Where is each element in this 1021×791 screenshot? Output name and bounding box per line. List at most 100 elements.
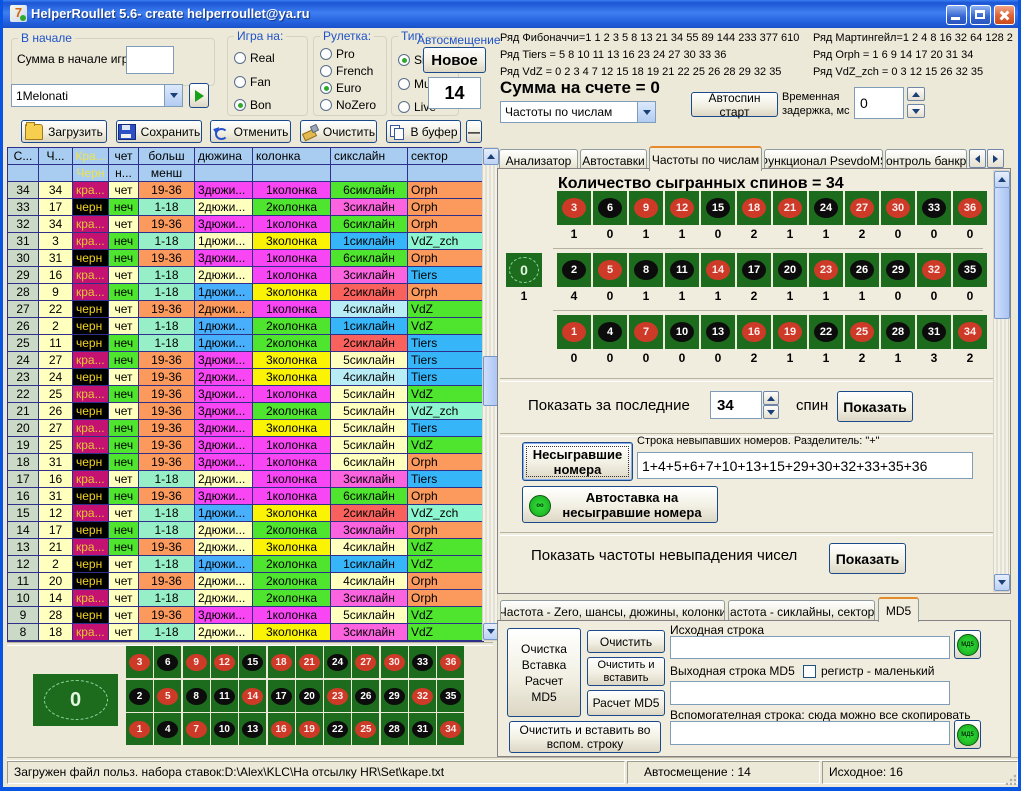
autospin-button[interactable]: Автоспин старт [691, 92, 778, 117]
board-cell[interactable]: 16 [268, 713, 295, 745]
table-row[interactable]: 262чернчет1-181дюжи...2колонка1сиклайнVd… [8, 318, 483, 335]
board-cell[interactable]: 28 [381, 713, 408, 745]
board-cell[interactable]: 19 [773, 315, 807, 349]
board-cell[interactable]: 36 [953, 191, 987, 225]
board-cell[interactable]: 24 [809, 191, 843, 225]
board-cell[interactable]: 7 [629, 315, 663, 349]
md5-run-source-button[interactable]: МД5 [954, 630, 981, 659]
board-cell[interactable]: 13 [701, 315, 735, 349]
md5-big-button[interactable]: Очистка Вставка Расчет MD5 [507, 628, 581, 717]
table-row[interactable]: 2916кра...чет1-182дюжи...1колонка3сиклай… [8, 267, 483, 284]
table-row[interactable]: 2225кра...неч19-363дюжи...1колонка5сикла… [8, 386, 483, 403]
delay-input[interactable]: 0 [854, 87, 904, 119]
board-cell[interactable]: 7 [183, 713, 210, 745]
table-row[interactable]: 313кра...неч1-181дюжи...3колонка1сиклайн… [8, 233, 483, 250]
preset-combobox[interactable]: 1Melonati [11, 84, 183, 107]
table-row[interactable]: 928чернчет19-363дюжи...1колонка5сиклайнV… [8, 607, 483, 624]
table-scrollbar[interactable] [482, 147, 498, 641]
lower-tab-1[interactable]: Частота - Zero, шансы, дюжины, колонки [500, 600, 725, 622]
chevron-down-icon[interactable] [164, 85, 182, 106]
board-cell[interactable]: 14 [239, 680, 266, 712]
board-cell[interactable]: 32 [917, 253, 951, 287]
board-cell[interactable]: 34 [437, 713, 464, 745]
zero-cell[interactable]: 0 [506, 253, 542, 287]
autoshift-value[interactable]: 14 [428, 77, 481, 109]
freq-panel-scrollbar[interactable] [993, 170, 1009, 592]
table-row[interactable]: 2511черннеч1-181дюжи...2колонка2сиклайнT… [8, 335, 483, 352]
header-cell[interactable]: сектор [408, 148, 483, 165]
board-cell[interactable]: 18 [737, 191, 771, 225]
table-row[interactable]: 3031черннеч19-363дюжи...1колонка6сиклайн… [8, 250, 483, 267]
board-cell[interactable]: 2 [557, 253, 591, 287]
maximize-button[interactable] [970, 5, 991, 25]
board-cell[interactable]: 20 [296, 680, 323, 712]
md5-clear-paste-button[interactable]: Очистить и вставить [587, 657, 665, 686]
board-cell[interactable]: 8 [183, 680, 210, 712]
board-cell[interactable]: 20 [773, 253, 807, 287]
lower-tab-2[interactable]: Частота - сиклайны, сектора [728, 600, 875, 622]
tabs-scroll-left-icon[interactable] [969, 149, 986, 168]
board-cell[interactable]: 29 [381, 680, 408, 712]
board-cell[interactable]: 34 [953, 315, 987, 349]
board-cell[interactable]: 33 [917, 191, 951, 225]
header-cell[interactable]: сикслайн [331, 148, 408, 165]
board-cell[interactable]: 27 [352, 646, 379, 678]
board-cell[interactable]: 3 [557, 191, 591, 225]
scroll-up-icon[interactable] [483, 148, 499, 165]
mode-combobox[interactable]: Частоты по числам [500, 101, 656, 123]
board-cell[interactable]: 3 [126, 646, 153, 678]
board-cell[interactable]: 24 [324, 646, 351, 678]
board-cell[interactable]: 31 [917, 315, 951, 349]
lower-tab-3[interactable]: MD5 [878, 597, 919, 622]
board-cell[interactable]: 14 [701, 253, 735, 287]
scroll-down-icon[interactable] [994, 574, 1010, 591]
board-cell[interactable]: 29 [881, 253, 915, 287]
table-row[interactable]: 1014кра...чет1-182дюжи...2колонка3сиклай… [8, 590, 483, 607]
spins-table[interactable]: С...Ч...Кра...четбольшдюжинаколонкасиксл… [7, 147, 484, 642]
toolbar-clean-button[interactable]: Очистить [300, 120, 377, 143]
board-cell[interactable]: 5 [593, 253, 627, 287]
header-cell[interactable]: Ч... [39, 148, 73, 165]
board-cell[interactable]: 16 [737, 315, 771, 349]
freq-scrollbar-thumb[interactable] [994, 187, 1010, 319]
show-last-up-icon[interactable] [763, 391, 779, 405]
board-cell[interactable]: 11 [211, 680, 238, 712]
table-row[interactable]: 122чернчет1-181дюжи...2колонка1сиклайнVd… [8, 556, 483, 573]
table-row[interactable]: 2427кра...неч19-363дюжи...3колонка5сикла… [8, 352, 483, 369]
chevron-down-icon[interactable] [637, 102, 655, 122]
radio-option-nozero[interactable]: NoZero [320, 98, 376, 112]
toolbar-save-button[interactable]: Сохранить [116, 120, 202, 143]
board-cell[interactable]: 30 [381, 646, 408, 678]
board-cell[interactable]: 19 [296, 713, 323, 745]
board-cell[interactable]: 13 [239, 713, 266, 745]
header-cell[interactable]: чет [109, 148, 139, 165]
board-cell[interactable]: 1 [557, 315, 591, 349]
radio-option-french[interactable]: French [320, 64, 373, 78]
show-last-down-icon[interactable] [763, 405, 779, 419]
table-row[interactable]: 1120чернчет19-362дюжи...2колонка4сиклайн… [8, 573, 483, 590]
board-cell[interactable]: 17 [737, 253, 771, 287]
header-cell[interactable]: колонка [253, 148, 331, 165]
header-cell[interactable]: С... [8, 148, 39, 165]
md5-run-aux-button[interactable]: МД5 [954, 720, 981, 749]
header-cell[interactable] [195, 165, 253, 182]
start-sum-input[interactable] [126, 46, 174, 74]
new-button[interactable]: Новое [423, 47, 486, 73]
table-row[interactable]: 1512кра...чет1-181дюжи...3колонка2сиклай… [8, 505, 483, 522]
board-cell[interactable]: 35 [953, 253, 987, 287]
board-cell[interactable]: 18 [268, 646, 295, 678]
board-cell[interactable]: 23 [809, 253, 843, 287]
board-cell[interactable]: 21 [773, 191, 807, 225]
board-cell[interactable]: 9 [629, 191, 663, 225]
missing-numbers-field[interactable]: 1+4+5+6+7+10+13+15+29+30+32+33+35+36 [637, 452, 973, 479]
board-cell[interactable]: 27 [845, 191, 879, 225]
register-checkbox[interactable] [803, 665, 816, 678]
header-cell[interactable] [408, 165, 483, 182]
board-cell[interactable]: 4 [593, 315, 627, 349]
header-cell[interactable]: дюжина [195, 148, 253, 165]
table-row[interactable]: 1716кра...чет1-182дюжи...1колонка3сиклай… [8, 471, 483, 488]
board-cell[interactable]: 17 [268, 680, 295, 712]
play-button[interactable] [189, 83, 209, 108]
freq-missing-show-button[interactable]: Показать [829, 543, 906, 574]
table-row[interactable]: 289кра...неч1-181дюжи...3колонка2сиклайн… [8, 284, 483, 301]
